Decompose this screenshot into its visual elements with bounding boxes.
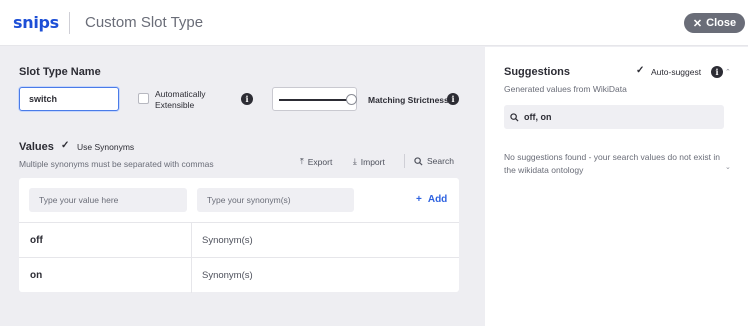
table-row[interactable]: on Synonym(s) xyxy=(19,257,459,293)
values-heading: Values xyxy=(19,141,54,153)
plus-icon: + xyxy=(416,194,422,205)
value-input[interactable]: Type your value here xyxy=(29,188,187,212)
row-value[interactable]: off xyxy=(30,235,43,246)
suggestions-search-input[interactable]: off, on xyxy=(504,105,724,129)
no-suggestions-message: No suggestions found - your search value… xyxy=(504,152,720,175)
slider-track xyxy=(279,99,349,101)
auto-extensible-label-line2: Extensible xyxy=(155,100,195,110)
matching-strictness-info-icon[interactable]: i xyxy=(447,93,459,105)
auto-extensible-label: Automatically Extensible xyxy=(155,89,206,111)
slider-knob[interactable] xyxy=(346,94,357,105)
slot-type-name-input[interactable]: switch xyxy=(19,87,119,111)
scroll-up-icon[interactable]: ⌃ xyxy=(725,68,731,76)
values-table: Type your value here Type your synonym(s… xyxy=(19,178,459,293)
matching-strictness-label: Matching Strictness xyxy=(368,95,449,105)
matching-strictness-slider[interactable] xyxy=(272,87,357,111)
auto-suggest-checkbox[interactable]: ✓ xyxy=(636,65,644,76)
suggestions-search-value: off, on xyxy=(524,112,552,122)
suggestions-panel: Suggestions ✓ Auto-suggest i Generated v… xyxy=(485,47,748,326)
title-divider xyxy=(69,12,70,34)
close-button[interactable]: ✕ Close xyxy=(684,13,745,33)
synonyms-hint: Multiple synonyms must be separated with… xyxy=(19,159,214,169)
search-icon xyxy=(414,156,423,166)
import-icon: ⤓ xyxy=(353,156,357,166)
suggestions-heading: Suggestions xyxy=(504,66,571,78)
search-button[interactable]: Search xyxy=(414,156,454,166)
use-synonyms-label: Use Synonyms xyxy=(77,142,135,152)
row-synonyms[interactable]: Synonym(s) xyxy=(202,235,253,246)
search-icon xyxy=(510,112,519,122)
snips-logo: snips xyxy=(13,13,59,32)
table-row[interactable]: off Synonym(s) xyxy=(19,222,459,258)
export-button[interactable]: ⤒ Export xyxy=(300,156,332,167)
export-label: Export xyxy=(307,156,333,167)
top-bar: snips Custom Slot Type ✕ Close xyxy=(0,0,748,46)
use-synonyms-checkbox[interactable]: ✓ xyxy=(61,140,69,151)
auto-suggest-info-icon[interactable]: i xyxy=(711,66,723,78)
suggestions-subtitle: Generated values from WikiData xyxy=(504,84,627,94)
slot-type-name-heading: Slot Type Name xyxy=(19,66,101,78)
row-synonyms[interactable]: Synonym(s) xyxy=(202,270,253,281)
auto-extensible-checkbox[interactable] xyxy=(138,93,149,104)
auto-extensible-label-line1: Automatically xyxy=(155,89,206,99)
import-button[interactable]: ⤓ Import xyxy=(353,156,385,167)
row-divider xyxy=(191,223,192,258)
add-label: Add xyxy=(427,194,448,205)
row-value[interactable]: on xyxy=(30,270,42,281)
close-label: Close xyxy=(706,17,737,29)
auto-extensible-info-icon[interactable]: i xyxy=(241,93,253,105)
toolbar-divider xyxy=(404,154,405,168)
scroll-down-icon[interactable]: ⌄ xyxy=(725,163,731,171)
search-label: Search xyxy=(427,156,454,166)
add-value-button[interactable]: + Add xyxy=(416,194,447,205)
row-divider xyxy=(191,258,192,293)
synonym-input[interactable]: Type your synonym(s) xyxy=(197,188,354,212)
auto-suggest-label: Auto-suggest xyxy=(651,67,702,77)
export-icon: ⤒ xyxy=(300,156,304,166)
close-icon: ✕ xyxy=(692,17,703,30)
page-title: Custom Slot Type xyxy=(85,14,204,31)
import-label: Import xyxy=(360,156,385,167)
